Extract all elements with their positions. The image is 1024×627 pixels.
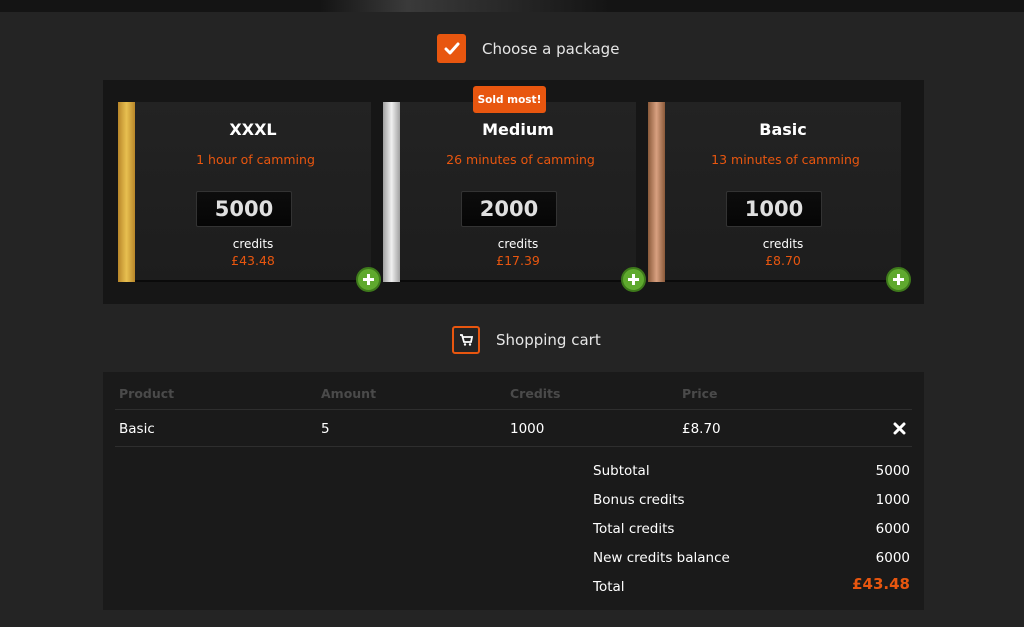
add-package-button[interactable]: [621, 267, 646, 292]
checkmark-icon: [437, 34, 466, 63]
package-name: Medium: [482, 120, 554, 139]
divider: [115, 446, 912, 447]
new-balance-value: 6000: [875, 550, 910, 566]
cart-icon: [452, 326, 480, 354]
column-header-price: Price: [682, 386, 718, 401]
package-credits: 1000: [726, 191, 822, 227]
package-name: XXXL: [229, 120, 277, 139]
package-stripe: [648, 102, 665, 282]
package-credits-label: credits: [232, 237, 274, 251]
package-card-basic[interactable]: Basic 13 minutes of camming 1000 credits…: [648, 102, 911, 292]
package-description: 26 minutes of camming: [446, 152, 595, 167]
package-credits: 5000: [196, 191, 292, 227]
package-price: £8.70: [765, 253, 801, 268]
cart-row-price: £8.70: [682, 421, 721, 437]
choose-package-title: Choose a package: [482, 39, 620, 58]
package-description: 1 hour of camming: [196, 152, 315, 167]
packages-panel: XXXL 1 hour of camming 5000 credits £43.…: [103, 80, 924, 304]
plus-icon: [363, 274, 374, 285]
package-credits-label: credits: [497, 237, 539, 251]
column-header-credits: Credits: [510, 386, 561, 401]
plus-icon: [893, 274, 904, 285]
package-price: £43.48: [231, 253, 275, 268]
total-credits-value: 6000: [875, 521, 910, 537]
remove-item-button[interactable]: [891, 420, 907, 436]
banner-image: [320, 0, 610, 12]
divider: [115, 409, 912, 410]
bonus-credits-value: 1000: [875, 492, 910, 508]
total-label: Total: [593, 579, 625, 595]
shopping-cart-title: Shopping cart: [496, 331, 601, 349]
total-credits-label: Total credits: [593, 521, 675, 537]
subtotal-value: 5000: [875, 463, 910, 479]
column-header-product: Product: [119, 386, 175, 401]
package-card-xxxl[interactable]: XXXL 1 hour of camming 5000 credits £43.…: [118, 102, 381, 292]
close-icon: [893, 422, 905, 434]
top-banner: [0, 0, 1024, 12]
cart-table: Product Amount Credits Price Basic 5 100…: [103, 372, 924, 610]
total-value: £43.48: [852, 575, 910, 593]
sold-most-badge: Sold most!: [473, 86, 546, 113]
package-stripe: [118, 102, 135, 282]
bonus-credits-label: Bonus credits: [593, 492, 685, 508]
subtotal-label: Subtotal: [593, 463, 650, 479]
package-description: 13 minutes of camming: [711, 152, 860, 167]
shopping-cart-header: Shopping cart: [452, 326, 601, 354]
choose-package-header: Choose a package: [437, 34, 619, 63]
package-price: £17.39: [496, 253, 540, 268]
cart-row-product: Basic: [119, 421, 155, 437]
cart-row-amount: 5: [321, 421, 330, 437]
plus-icon: [628, 274, 639, 285]
add-package-button[interactable]: [886, 267, 911, 292]
package-stripe: [383, 102, 400, 282]
package-name: Basic: [759, 120, 807, 139]
package-credits: 2000: [461, 191, 557, 227]
package-card-medium[interactable]: Medium 26 minutes of camming 2000 credit…: [383, 102, 646, 292]
column-header-amount: Amount: [321, 386, 377, 401]
cart-row-credits: 1000: [510, 421, 545, 437]
package-credits-label: credits: [762, 237, 804, 251]
add-package-button[interactable]: [356, 267, 381, 292]
new-balance-label: New credits balance: [593, 550, 730, 566]
